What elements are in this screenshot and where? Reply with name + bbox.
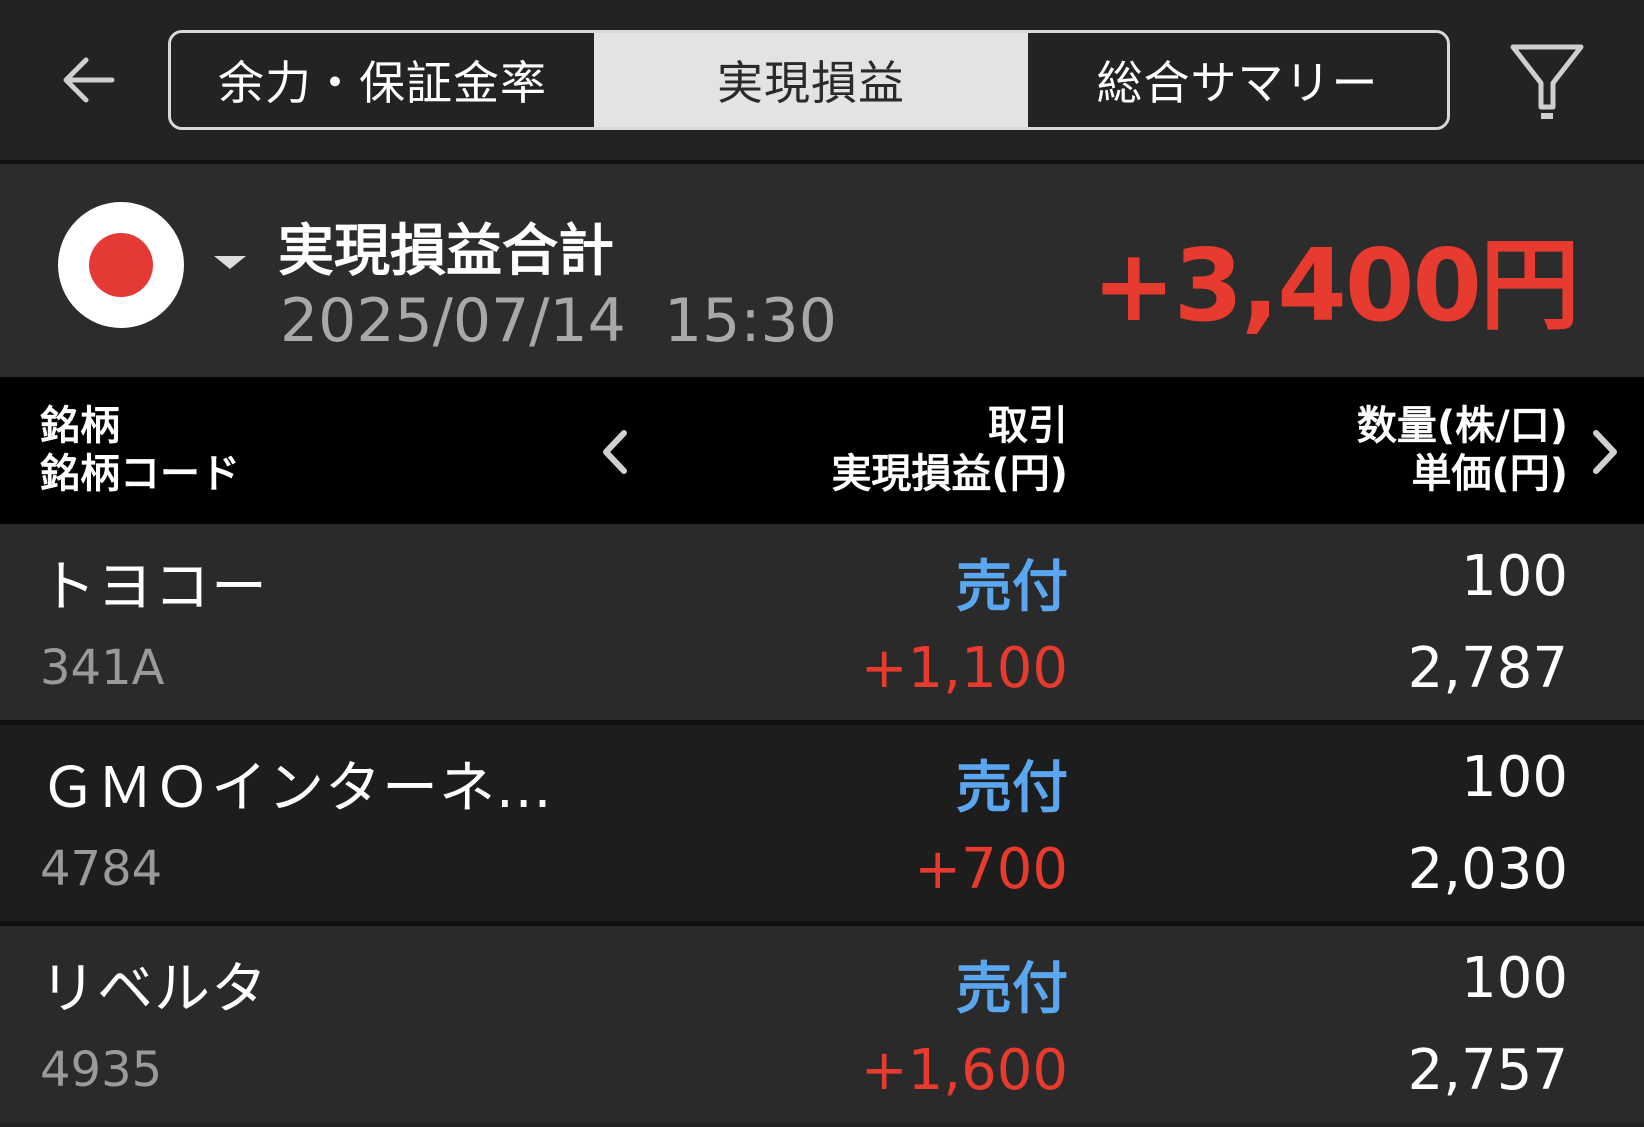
realized-pl: +1,100 xyxy=(860,636,1068,701)
quantity: 100 xyxy=(1461,544,1568,609)
column-price-label: 単価(円) xyxy=(1411,451,1568,497)
flag-circle xyxy=(89,233,153,297)
tab-realized-pl[interactable]: 実現損益 xyxy=(594,33,1028,127)
column-pl-label: 実現損益(円) xyxy=(831,451,1068,497)
column-qty-label: 数量(株/口) xyxy=(1356,403,1568,449)
trade-type: 売付 xyxy=(956,555,1068,620)
stock-name: リベルタ xyxy=(40,957,268,1022)
back-button[interactable] xyxy=(48,40,128,120)
position-list: トヨコー 341A 売付 +1,100 100 2,787 ＧＭＯインターネ..… xyxy=(0,524,1644,1122)
trade-type: 売付 xyxy=(956,756,1068,821)
realized-pl: +700 xyxy=(914,837,1068,902)
stock-name: トヨコー xyxy=(40,555,268,620)
unit-price: 2,757 xyxy=(1407,1038,1568,1103)
quantity: 100 xyxy=(1461,745,1568,810)
unit-price: 2,030 xyxy=(1407,837,1568,902)
column-name-label: 銘柄 xyxy=(40,403,120,449)
summary-title: 実現損益合計 xyxy=(278,219,614,284)
list-item[interactable]: リベルタ 4935 売付 +1,600 100 2,757 xyxy=(0,926,1644,1122)
list-item[interactable]: ＧＭＯインターネ... 4784 売付 +700 100 2,030 xyxy=(0,725,1644,921)
column-trade-label: 取引 xyxy=(988,403,1068,449)
realized-pl: +1,600 xyxy=(860,1038,1068,1103)
chevron-right-icon xyxy=(1593,430,1617,474)
summary-datetime: 2025/07/14 15:30 xyxy=(280,286,837,356)
japan-flag-icon[interactable] xyxy=(58,202,184,328)
trade-type: 売付 xyxy=(956,957,1068,1022)
quantity: 100 xyxy=(1461,946,1568,1011)
tab-summary[interactable]: 総合サマリー xyxy=(1028,33,1447,127)
top-bar: 余力・保証金率 実現損益 総合サマリー xyxy=(0,0,1644,160)
chevron-down-icon[interactable] xyxy=(214,256,246,269)
column-header xyxy=(0,377,1644,524)
stock-name: ＧＭＯインターネ... xyxy=(40,756,553,821)
unit-price: 2,787 xyxy=(1407,636,1568,701)
summary-total-amount: +3,400円 xyxy=(1091,227,1580,344)
filter-button[interactable] xyxy=(1502,38,1592,128)
column-code-label: 銘柄コード xyxy=(40,451,240,497)
stock-code: 4784 xyxy=(40,841,163,897)
stock-code: 4935 xyxy=(40,1042,163,1098)
tab-margin-rate[interactable]: 余力・保証金率 xyxy=(171,33,594,127)
list-item[interactable]: トヨコー 341A 売付 +1,100 100 2,787 xyxy=(0,524,1644,720)
tab-bar: 余力・保証金率 実現損益 総合サマリー xyxy=(168,30,1450,130)
summary-panel: 実現損益合計 2025/07/14 15:30 +3,400円 xyxy=(0,164,1644,377)
stock-code: 341A xyxy=(40,640,165,696)
arrow-left-icon xyxy=(63,57,115,103)
columns-next-button[interactable] xyxy=(1580,422,1630,482)
chevron-left-icon xyxy=(603,430,627,474)
columns-prev-button[interactable] xyxy=(590,422,640,482)
filter-icon xyxy=(1510,44,1584,119)
